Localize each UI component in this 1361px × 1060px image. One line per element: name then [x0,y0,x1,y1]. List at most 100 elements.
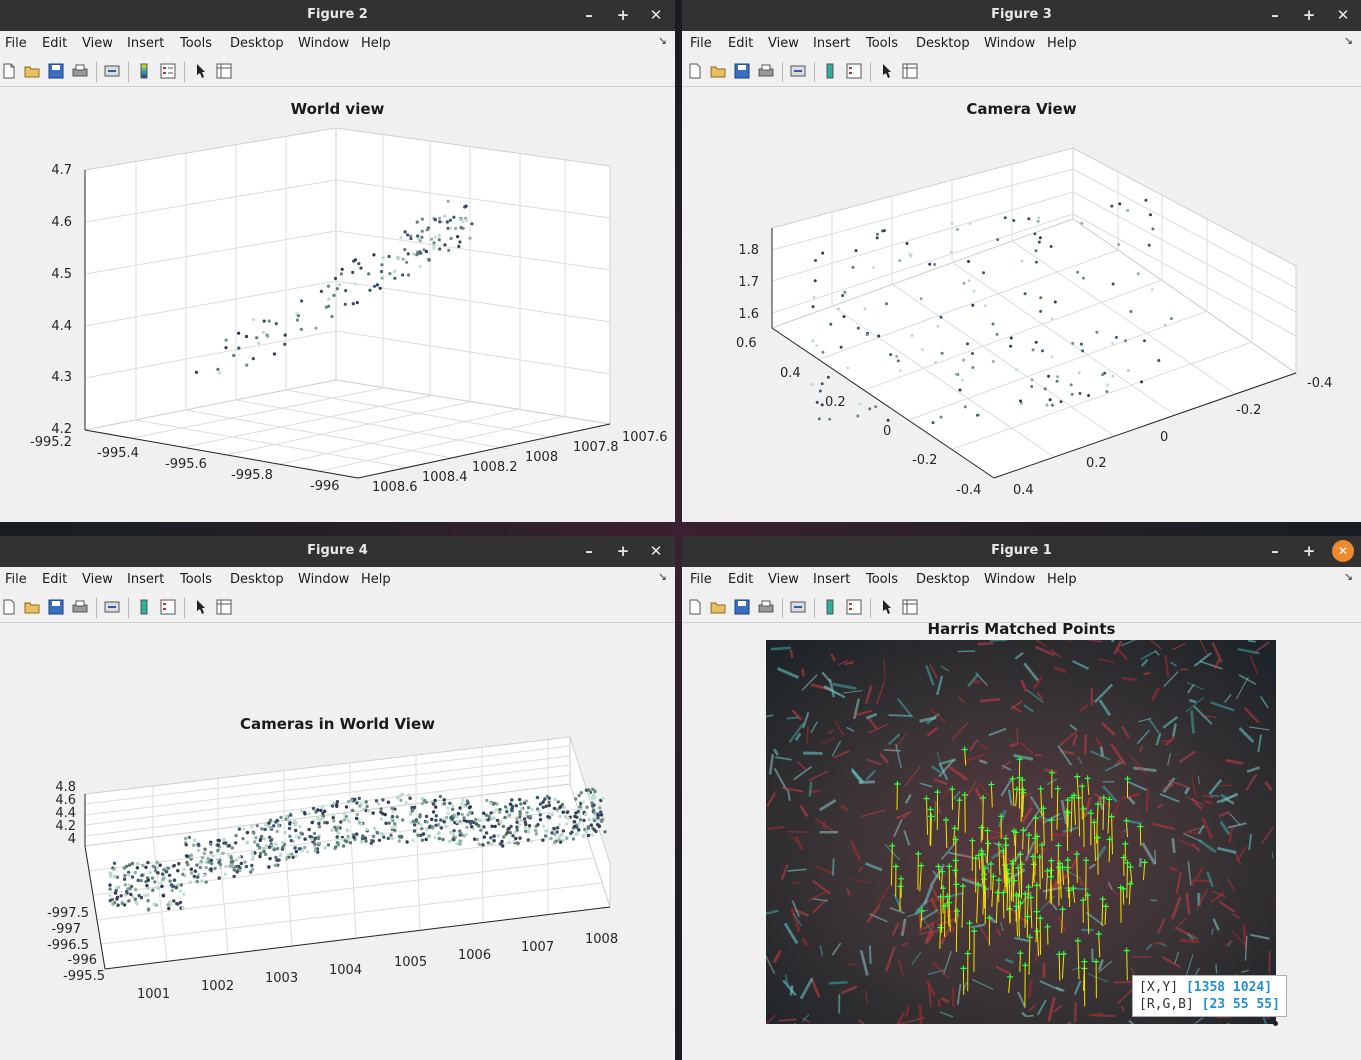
menu-file[interactable]: File [690,36,712,51]
figure1-titlebar[interactable]: Figure 1 – + ✕ [682,536,1361,567]
figure2-titlebar[interactable]: Figure 2 – + ✕ [0,0,675,31]
insert-legend-icon[interactable] [846,63,862,79]
insert-colorbar-icon[interactable] [822,599,838,615]
new-figure-icon[interactable] [1,599,17,615]
link-plot-icon[interactable] [790,63,806,79]
camera-view-axes[interactable]: 1.8 1.7 1.6 0.6 0.4 0.2 0 -0.2 -0.4 0.4 … [682,88,1361,522]
maximize-button[interactable]: + [1298,4,1320,26]
menu-window[interactable]: Window [298,36,349,51]
property-inspector-icon[interactable] [216,599,232,615]
scatter-point [397,839,401,843]
maximize-button[interactable]: + [1298,540,1320,562]
save-icon[interactable] [48,599,64,615]
edit-plot-icon[interactable] [193,63,209,79]
property-inspector-icon[interactable] [902,599,918,615]
menu-view[interactable]: View [768,36,799,51]
menu-file[interactable]: File [690,572,712,587]
scatter-point [874,405,878,409]
maximize-button[interactable]: + [612,4,634,26]
link-plot-icon[interactable] [104,63,120,79]
cameras-world-view-axes[interactable]: 4.8 4.6 4.4 4.2 4 -997.5 -997 -996.5 -99… [0,624,675,1060]
print-icon[interactable] [72,599,88,615]
new-figure-icon[interactable] [1,63,17,79]
datatip[interactable]: [X,Y] [1358 1024] [R,G,B] [23 55 55] [1132,975,1287,1017]
menu-insert[interactable]: Insert [127,36,164,51]
close-button[interactable]: ✕ [1332,4,1354,26]
new-figure-icon[interactable] [687,63,703,79]
menu-insert[interactable]: Insert [813,572,850,587]
menu-tools[interactable]: Tools [180,36,212,51]
menu-file[interactable]: File [5,36,27,51]
menu-window[interactable]: Window [984,36,1035,51]
print-icon[interactable] [758,63,774,79]
world-view-axes[interactable]: 4.7 4.6 4.5 4.4 4.3 4.2 -995.2 -995.4 -9… [0,88,675,522]
menu-desktop[interactable]: Desktop [916,36,970,51]
edit-plot-icon[interactable] [879,63,895,79]
insert-legend-icon[interactable] [160,599,176,615]
figure3-plot-area[interactable]: Camera View 1.8 1.7 1.6 0.6 0.4 0.2 0 -0… [682,88,1361,522]
menu-help[interactable]: Help [361,572,391,587]
close-button[interactable]: ✕ [1332,540,1354,562]
open-file-icon[interactable] [24,63,40,79]
figure4-plot-area[interactable]: Cameras in World View 4.8 4.6 4.4 4.2 4 … [0,624,675,1060]
edit-plot-icon[interactable] [879,599,895,615]
dock-arrow-icon[interactable]: ↘ [658,570,667,583]
close-button[interactable]: ✕ [645,4,667,26]
scatter-point [939,315,943,319]
open-file-icon[interactable] [710,599,726,615]
save-icon[interactable] [734,63,750,79]
menu-insert[interactable]: Insert [127,572,164,587]
menu-edit[interactable]: Edit [728,36,753,51]
property-inspector-icon[interactable] [902,63,918,79]
dock-arrow-icon[interactable]: ↘ [658,34,667,47]
menu-insert[interactable]: Insert [813,36,850,51]
dock-arrow-icon[interactable]: ↘ [1344,34,1353,47]
dock-arrow-icon[interactable]: ↘ [1344,570,1353,583]
insert-colorbar-icon[interactable] [136,599,152,615]
menu-desktop[interactable]: Desktop [230,36,284,51]
print-icon[interactable] [758,599,774,615]
menu-help[interactable]: Help [361,36,391,51]
print-icon[interactable] [72,63,88,79]
menu-tools[interactable]: Tools [866,572,898,587]
insert-legend-icon[interactable] [160,63,176,79]
harris-matched-image[interactable] [766,640,1276,1024]
menu-view[interactable]: View [82,36,113,51]
minimize-button[interactable]: – [578,540,600,562]
figure1-plot-area[interactable]: Harris Matched Points [X,Y] [1358 1024] … [682,620,1361,1060]
link-plot-icon[interactable] [790,599,806,615]
minimize-button[interactable]: – [1264,540,1286,562]
menu-help[interactable]: Help [1047,572,1077,587]
open-file-icon[interactable] [710,63,726,79]
open-file-icon[interactable] [24,599,40,615]
menu-view[interactable]: View [82,572,113,587]
menu-view[interactable]: View [768,572,799,587]
close-button[interactable]: ✕ [645,540,667,562]
minimize-button[interactable]: – [1264,4,1286,26]
menu-tools[interactable]: Tools [866,36,898,51]
menu-desktop[interactable]: Desktop [230,572,284,587]
menu-edit[interactable]: Edit [42,36,67,51]
figure3-titlebar[interactable]: Figure 3 – + ✕ [682,0,1361,31]
menu-file[interactable]: File [5,572,27,587]
menu-edit[interactable]: Edit [42,572,67,587]
figure2-plot-area[interactable]: World view 4.7 4.6 4.5 4.4 4.3 4.2 -995.… [0,88,675,522]
insert-colorbar-icon[interactable] [822,63,838,79]
menu-window[interactable]: Window [298,572,349,587]
minimize-button[interactable]: – [578,4,600,26]
insert-legend-icon[interactable] [846,599,862,615]
property-inspector-icon[interactable] [216,63,232,79]
insert-colorbar-icon[interactable] [136,63,152,79]
edit-plot-icon[interactable] [193,599,209,615]
menu-tools[interactable]: Tools [180,572,212,587]
save-icon[interactable] [734,599,750,615]
save-icon[interactable] [48,63,64,79]
link-plot-icon[interactable] [104,599,120,615]
menu-help[interactable]: Help [1047,36,1077,51]
new-figure-icon[interactable] [687,599,703,615]
menu-desktop[interactable]: Desktop [916,572,970,587]
menu-edit[interactable]: Edit [728,572,753,587]
figure4-titlebar[interactable]: Figure 4 – + ✕ [0,536,675,567]
menu-window[interactable]: Window [984,572,1035,587]
maximize-button[interactable]: + [612,540,634,562]
